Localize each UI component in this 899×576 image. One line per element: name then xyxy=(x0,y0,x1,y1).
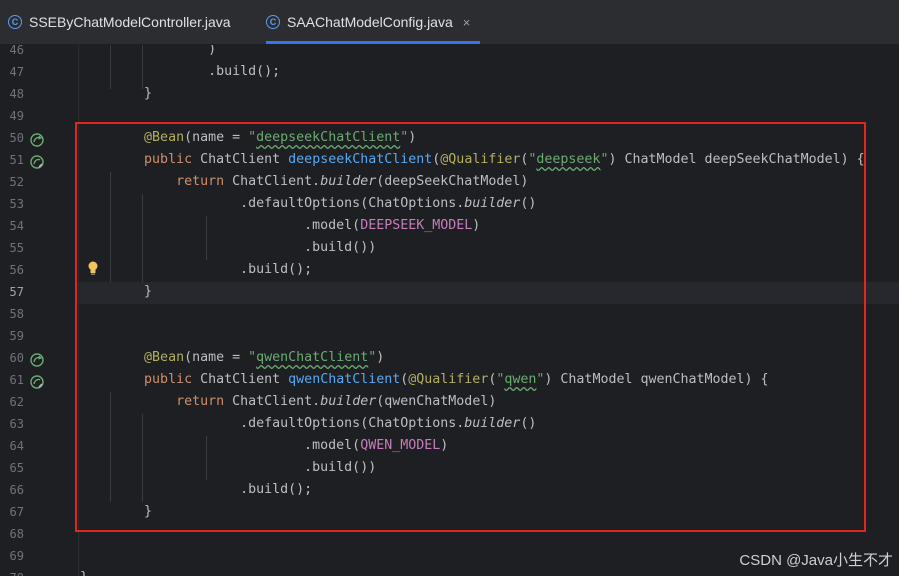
line-number: 55 xyxy=(9,241,24,255)
code-line[interactable]: .build(); xyxy=(80,61,280,83)
line-number: 48 xyxy=(9,87,24,101)
line-number: 56 xyxy=(9,263,24,277)
line-number: 54 xyxy=(9,219,24,233)
line-number: 50 xyxy=(9,131,24,145)
bean-icon[interactable] xyxy=(30,375,44,389)
tab-label: SSEByChatModelController.java xyxy=(29,14,231,30)
line-number: 60 xyxy=(9,351,24,365)
line-number: 57 xyxy=(9,285,24,299)
line-number: 63 xyxy=(9,417,24,431)
line-number: 46 xyxy=(9,45,24,57)
line-number: 47 xyxy=(9,65,24,79)
line-number: 68 xyxy=(9,527,24,541)
java-class-icon: C xyxy=(266,15,280,29)
line-number: 52 xyxy=(9,175,24,189)
line-number: 65 xyxy=(9,461,24,475)
bean-icon[interactable] xyxy=(30,155,44,169)
line-number: 66 xyxy=(9,483,24,497)
annotation-highlight-box xyxy=(75,122,866,532)
editor-tab-bar: C SSEByChatModelController.java C SAACha… xyxy=(0,0,899,45)
bean-icon[interactable] xyxy=(30,133,44,147)
line-number: 67 xyxy=(9,505,24,519)
bean-icon[interactable] xyxy=(30,353,44,367)
line-number: 64 xyxy=(9,439,24,453)
line-number: 53 xyxy=(9,197,24,211)
tab-ssebychatmodelcontroller[interactable]: C SSEByChatModelController.java xyxy=(8,0,231,44)
close-icon[interactable]: × xyxy=(463,15,471,30)
line-number: 59 xyxy=(9,329,24,343)
code-line[interactable]: } xyxy=(80,567,88,576)
tab-label: SAAChatModelConfig.java xyxy=(287,14,453,30)
line-number: 62 xyxy=(9,395,24,409)
tab-saachatmodelconfig[interactable]: C SAAChatModelConfig.java × xyxy=(266,0,481,44)
line-number: 51 xyxy=(9,153,24,167)
line-number: 49 xyxy=(9,109,24,123)
watermark: CSDN @Java小生不才 xyxy=(739,552,893,569)
code-line[interactable]: ) xyxy=(80,45,216,61)
java-class-icon: C xyxy=(8,15,22,29)
line-number: 61 xyxy=(9,373,24,387)
line-number: 69 xyxy=(9,549,24,563)
line-number: 70 xyxy=(0,567,24,576)
code-line[interactable]: } xyxy=(80,83,152,105)
line-number: 58 xyxy=(9,307,24,321)
